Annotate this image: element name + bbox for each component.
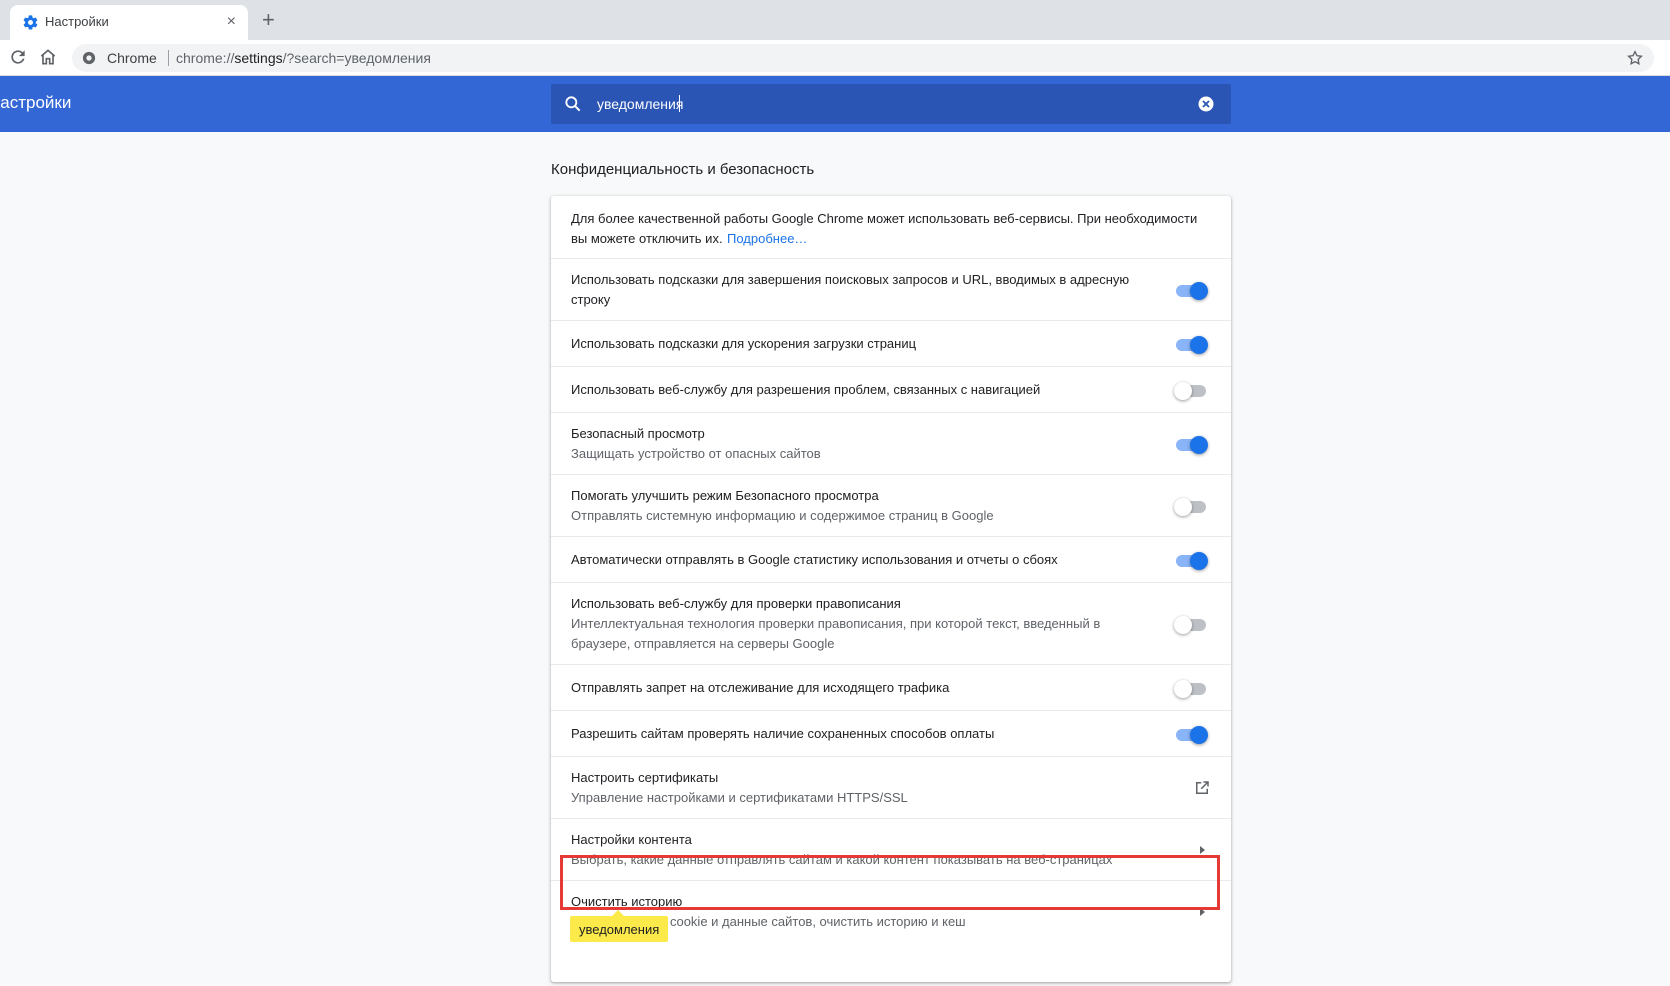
omnibox-chrome-label: Chrome [107, 50, 157, 66]
row-secondary-text: Интеллектуальная технология проверки пра… [571, 616, 1101, 651]
url-scheme: chrome:// [176, 50, 235, 66]
toggle-switch[interactable] [1174, 280, 1208, 300]
toggle-switch[interactable] [1174, 614, 1208, 634]
row-primary-text: Очистить историю [571, 894, 683, 909]
row-primary-text: Автоматически отправлять в Google статис… [571, 552, 1058, 567]
tab-title: Настройки [45, 14, 109, 29]
search-icon [565, 96, 581, 112]
page-preload-row[interactable]: Использовать подсказки для ускорения заг… [551, 320, 1231, 366]
manage-certificates-row[interactable]: Настроить сертификаты Управление настрой… [551, 756, 1231, 818]
do-not-track-row[interactable]: Отправлять запрет на отслеживание для ис… [551, 664, 1231, 710]
row-primary-text: Для более качественной работы Google Chr… [571, 211, 1198, 246]
row-primary-text: Использовать веб-службу для проверки пра… [571, 596, 901, 611]
clear-search-icon[interactable] [1197, 95, 1215, 113]
new-tab-button[interactable]: + [262, 9, 275, 31]
url-host: settings [234, 50, 283, 66]
toggle-switch[interactable] [1174, 496, 1208, 516]
page-title: Настройки [0, 93, 72, 112]
bookmark-star-icon[interactable] [1626, 49, 1644, 67]
usage-stats-row[interactable]: Автоматически отправлять в Google статис… [551, 536, 1231, 582]
settings-search[interactable] [551, 84, 1231, 124]
row-secondary-text: Защищать устройство от опасных сайтов [571, 446, 821, 461]
toggle-switch[interactable] [1174, 434, 1208, 454]
content-settings-row[interactable]: Настройки контента Выбрать, какие данные… [551, 818, 1231, 880]
row-secondary-text: Управление настройками и сертификатами H… [571, 790, 908, 805]
url-text[interactable]: chrome://settings/?search=уведомления [176, 50, 431, 66]
row-primary-text: Разрешить сайтам проверять наличие сохра… [571, 726, 995, 741]
row-primary-text: Настройки контента [571, 832, 692, 847]
spell-check-row[interactable]: Использовать веб-службу для проверки пра… [551, 582, 1231, 664]
toggle-switch[interactable] [1174, 550, 1208, 570]
tab-strip: Настройки × + [0, 0, 1670, 40]
close-icon[interactable]: × [227, 13, 236, 31]
chrome-icon [82, 51, 96, 65]
row-primary-text: Использовать подсказки для завершения по… [571, 272, 1130, 307]
gear-icon [23, 15, 38, 30]
arrow-right-icon [1200, 846, 1205, 854]
payment-methods-row[interactable]: Разрешить сайтам проверять наличие сохра… [551, 710, 1231, 756]
omnibox-separator [168, 50, 169, 66]
privacy-card: Для более качественной работы Google Chr… [551, 196, 1231, 982]
tab-settings[interactable]: Настройки × [10, 5, 248, 40]
section-title: Конфиденциальность и безопасность [551, 161, 815, 178]
improve-safe-browsing-row[interactable]: Помогать улучшить режим Безопасного прос… [551, 474, 1231, 536]
row-primary-text: Использовать веб-службу для разрешения п… [571, 382, 1041, 397]
url-path: /?search=уведомления [282, 50, 431, 66]
search-input[interactable] [597, 94, 1157, 114]
row-primary-text: Использовать подсказки для ускорения заг… [571, 336, 917, 351]
toggle-switch[interactable] [1174, 380, 1208, 400]
arrow-right-icon [1200, 908, 1205, 916]
toggle-switch[interactable] [1174, 334, 1208, 354]
row-primary-text: Безопасный просмотр [571, 426, 705, 441]
safe-browsing-row[interactable]: Безопасный просмотр Защищать устройство … [551, 412, 1231, 474]
row-primary-text: Помогать улучшить режим Безопасного прос… [571, 488, 879, 503]
search-match-bubble: уведомления [570, 916, 669, 942]
search-suggestions-row[interactable]: Использовать подсказки для завершения по… [551, 258, 1231, 320]
browser-toolbar: Chrome chrome://settings/?search=уведомл… [0, 40, 1670, 76]
row-primary-text: Настроить сертификаты [571, 770, 719, 785]
settings-header: Настройки [0, 76, 1670, 132]
open-in-new-icon[interactable] [1193, 779, 1211, 797]
text-caret [679, 95, 680, 112]
learn-more-link[interactable]: Подробнее… [727, 231, 807, 246]
row-secondary-text: Отправлять системную информацию и содерж… [571, 508, 994, 523]
row-secondary-text: Выбрать, какие данные отправлять сайтам … [571, 852, 1113, 867]
reload-icon[interactable] [8, 47, 28, 67]
web-services-info-row: Для более качественной работы Google Chr… [551, 196, 1231, 258]
address-bar[interactable]: Chrome chrome://settings/?search=уведомл… [72, 44, 1654, 72]
navigation-errors-row[interactable]: Использовать веб-службу для разрешения п… [551, 366, 1231, 412]
toggle-switch[interactable] [1174, 678, 1208, 698]
toggle-switch[interactable] [1174, 724, 1208, 744]
home-icon[interactable] [38, 47, 58, 67]
row-primary-text: Отправлять запрет на отслеживание для ис… [571, 680, 950, 695]
